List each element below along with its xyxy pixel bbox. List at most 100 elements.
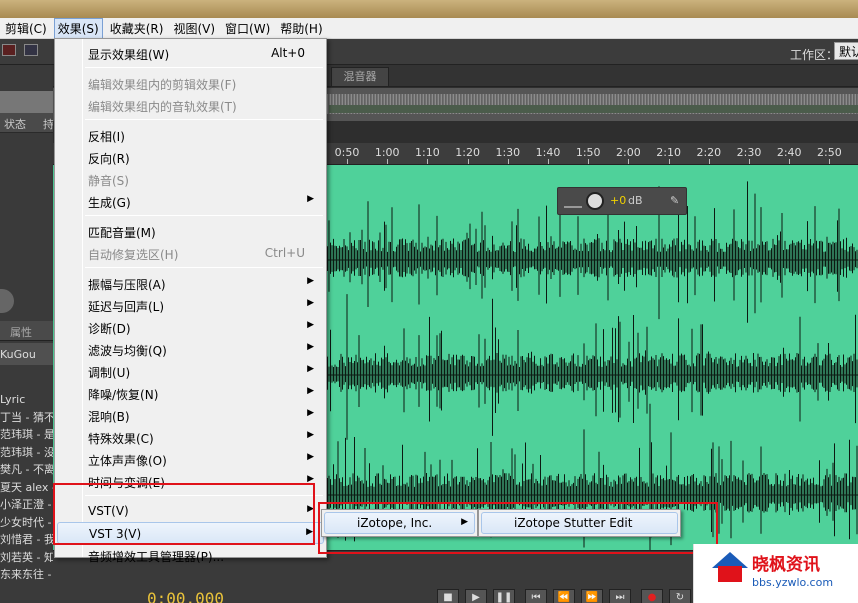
menu-item-shortcut: Alt+0 [271, 46, 305, 60]
pause-icon[interactable]: ❚❚ [493, 589, 515, 603]
menu-item[interactable]: 立体声声像(O) ▶ [57, 448, 324, 470]
submenu-arrow-icon: ▶ [307, 504, 314, 514]
ruler-tick-mark [507, 159, 509, 164]
submenu-arrow-icon: ▶ [307, 430, 314, 440]
menu-window[interactable]: 窗口(W) [222, 19, 273, 38]
menu-item[interactable]: 诊断(D) ▶ [57, 316, 324, 338]
menu-favorites[interactable]: 收藏夹(R) [107, 19, 167, 38]
file-list-item[interactable]: 范玮琪 - 是 [0, 426, 53, 444]
submenu-arrow-icon: ▶ [307, 452, 314, 462]
menu-item[interactable]: 显示效果组(W) Alt+0 [57, 42, 324, 64]
menu-item-label: 显示效果组(W) [88, 48, 170, 62]
menu-help[interactable]: 帮助(H) [277, 19, 325, 38]
stop-icon[interactable]: ■ [437, 589, 459, 603]
menu-item-label: VST 3(V) [89, 527, 142, 541]
submenu-arrow-icon: ▶ [307, 474, 314, 484]
duration-column-header[interactable]: 持 [43, 116, 53, 132]
submenu-item-izotope-inc[interactable]: iZotope, Inc. ▶ [324, 512, 475, 534]
menu-clip[interactable]: 剪辑(C) [2, 19, 50, 38]
menu-item[interactable]: VST 3(V) ▶ [57, 522, 324, 544]
record-icon[interactable]: ● [641, 589, 663, 603]
menu-item[interactable]: 匹配音量(M) [57, 220, 324, 242]
file-list-item[interactable]: 刘惜君 - 我 [0, 531, 53, 549]
file-list-item[interactable]: Lyric [0, 391, 53, 409]
vst3-submenu: iZotope, Inc. ▶ [321, 509, 478, 537]
ruler-tick-label: 1:30 [495, 146, 521, 159]
menu-item[interactable]: 特殊效果(C) ▶ [57, 426, 324, 448]
menu-item[interactable]: 混响(B) ▶ [57, 404, 324, 426]
play-icon[interactable]: ▶ [465, 589, 487, 603]
volume-knob[interactable] [586, 192, 604, 210]
file-list-item[interactable]: 少女时代 - [0, 514, 53, 532]
folder-label: KuGou [0, 348, 36, 361]
menu-item[interactable]: 延迟与回声(L) ▶ [57, 294, 324, 316]
menu-item-label: 音频增效工具管理器(P)... [88, 550, 225, 564]
ruler-tick-mark [829, 159, 831, 164]
menu-item[interactable]: 时间与变调(E) ▶ [57, 470, 324, 492]
folder-row[interactable]: KuGou [0, 343, 53, 365]
submenu-arrow-icon: ▶ [461, 517, 468, 527]
ruler-tick-label: 1:20 [455, 146, 480, 159]
file-list-item[interactable]: 刘若英 - 知道不知道 .mp [0, 549, 53, 567]
loop-icon[interactable]: ↻ [669, 589, 691, 603]
fast-forward-icon[interactable]: ⏩ [581, 589, 603, 603]
file-list-item[interactable]: 范玮琪 - 没 [0, 444, 53, 462]
workspace-select[interactable]: 默认 [834, 42, 858, 60]
file-list-item[interactable]: 樊凡 - 不离 [0, 461, 53, 479]
ruler-tick-label: 1:00 [374, 146, 400, 159]
menu-item-label: 匹配音量(M) [88, 226, 156, 240]
menu-item[interactable]: 振幅与压限(A) ▶ [57, 272, 324, 294]
submenu-arrow-icon: ▶ [307, 364, 314, 374]
volume-hud[interactable]: +0 dB ✎ [557, 187, 687, 215]
ruler-tick-label: 1:40 [535, 146, 561, 159]
rewind-icon[interactable]: ⏪ [553, 589, 575, 603]
file-list: Lyric 丁当 - 猜不 范玮琪 - 是范玮琪 - 没樊凡 - 不离 夏天 alex… [0, 391, 53, 584]
menu-item[interactable]: 生成(G) ▶ [57, 190, 324, 212]
submenu-item-stutter-edit[interactable]: iZotope Stutter Edit [481, 512, 678, 534]
menu-item[interactable]: 反向(R) [57, 146, 324, 168]
file-list-item[interactable]: 小泽正澄 - [0, 496, 53, 514]
ruler-tick-mark [467, 159, 469, 164]
file-list-item[interactable]: 夏天 alex - [0, 479, 53, 497]
menu-item[interactable]: 反相(I) [57, 124, 324, 146]
speaker-icon[interactable] [0, 289, 14, 313]
menu-item: 编辑效果组内的音轨效果(T) [57, 94, 324, 116]
file-list-item[interactable]: 丁当 - 猜不 [0, 409, 53, 427]
status-column-header[interactable]: 状态 [4, 116, 26, 132]
menu-item[interactable]: 调制(U) ▶ [57, 360, 324, 382]
house-logo-base-icon [718, 566, 742, 582]
menu-effects[interactable]: 效果(S) [53, 17, 103, 39]
menu-item[interactable]: 音频增效工具管理器(P)... [57, 544, 324, 566]
menu-item[interactable]: 降噪/恢复(N) ▶ [57, 382, 324, 404]
submenu-arrow-icon: ▶ [306, 527, 313, 537]
zoom-scrollbar[interactable] [329, 105, 858, 113]
ruler-tick-label: 0:50 [334, 146, 360, 159]
submenu-arrow-icon: ▶ [307, 320, 314, 330]
panel-header [0, 91, 53, 113]
watermark: 晓枫资讯 bbs.yzwlo.com [693, 544, 858, 603]
menu-item[interactable]: VST(V) ▶ [57, 500, 324, 522]
waveform-view-icon[interactable] [24, 44, 38, 56]
record-meter-icon[interactable] [2, 44, 16, 56]
menu-item-label: 反相(I) [88, 130, 125, 144]
tab-mixer[interactable]: 混音器 [331, 67, 389, 87]
pin-icon[interactable]: ✎ [670, 194, 679, 207]
menu-item-label: 编辑效果组内的剪辑效果(F) [88, 78, 237, 92]
go-to-end-icon[interactable]: ⏭ [609, 589, 631, 603]
submenu-arrow-icon: ▶ [307, 342, 314, 352]
file-list-item[interactable]: 东来东往 - ... 婚娅插曲】 [0, 566, 53, 584]
menu-item-label: 混响(B) [88, 410, 130, 424]
tab-properties[interactable]: 属性 [10, 324, 32, 340]
ruler-tick-label: 2:30 [736, 146, 762, 159]
menu-view[interactable]: 视图(V) [170, 19, 218, 38]
izotope-submenu: iZotope Stutter Edit [478, 509, 681, 537]
submenu-arrow-icon: ▶ [307, 298, 314, 308]
menu-item-label: 生成(G) [88, 196, 131, 210]
watermark-url: bbs.yzwlo.com [752, 576, 834, 589]
menu-item-label: 延迟与回声(L) [88, 300, 165, 314]
go-to-start-icon[interactable]: ⏮ [525, 589, 547, 603]
ruler-tick-mark [548, 159, 549, 164]
menu-item[interactable]: 滤波与均衡(Q) ▶ [57, 338, 324, 360]
menu-item-label: 时间与变调(E) [88, 476, 165, 490]
volume-value: +0 [610, 194, 627, 207]
